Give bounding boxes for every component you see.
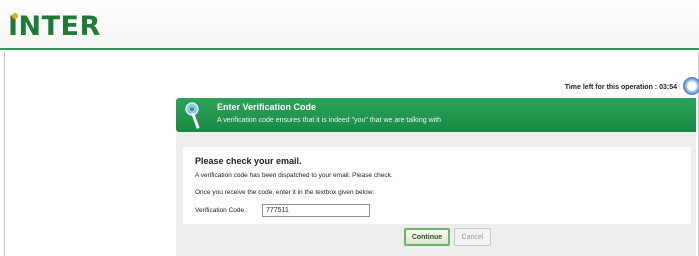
timer-label: Time left for this operation :	[564, 84, 658, 91]
continue-button[interactable]: Continue	[404, 228, 450, 246]
verification-code-label: Verification Code :	[195, 207, 248, 214]
banner-title: Enter Verification Code	[217, 102, 317, 112]
banner-subtitle: A verification code ensures that it is i…	[217, 117, 442, 124]
info-line-2: Once you receive the code, enter it in t…	[195, 189, 375, 196]
clock-icon	[683, 77, 699, 95]
header	[0, 0, 699, 50]
timer-text: Time left for this operation : 03:54	[565, 84, 677, 91]
verification-code-input[interactable]	[262, 204, 370, 217]
card-title: Please check your email.	[195, 156, 302, 166]
key-icon	[185, 102, 200, 129]
info-line-1: A verification code has been dispatched …	[195, 172, 393, 179]
logo-dot-icon	[12, 13, 18, 19]
timer-value: 03:54	[659, 84, 677, 91]
brand-logo[interactable]: INTER	[8, 11, 101, 42]
cancel-button[interactable]: Cancel	[454, 228, 491, 246]
